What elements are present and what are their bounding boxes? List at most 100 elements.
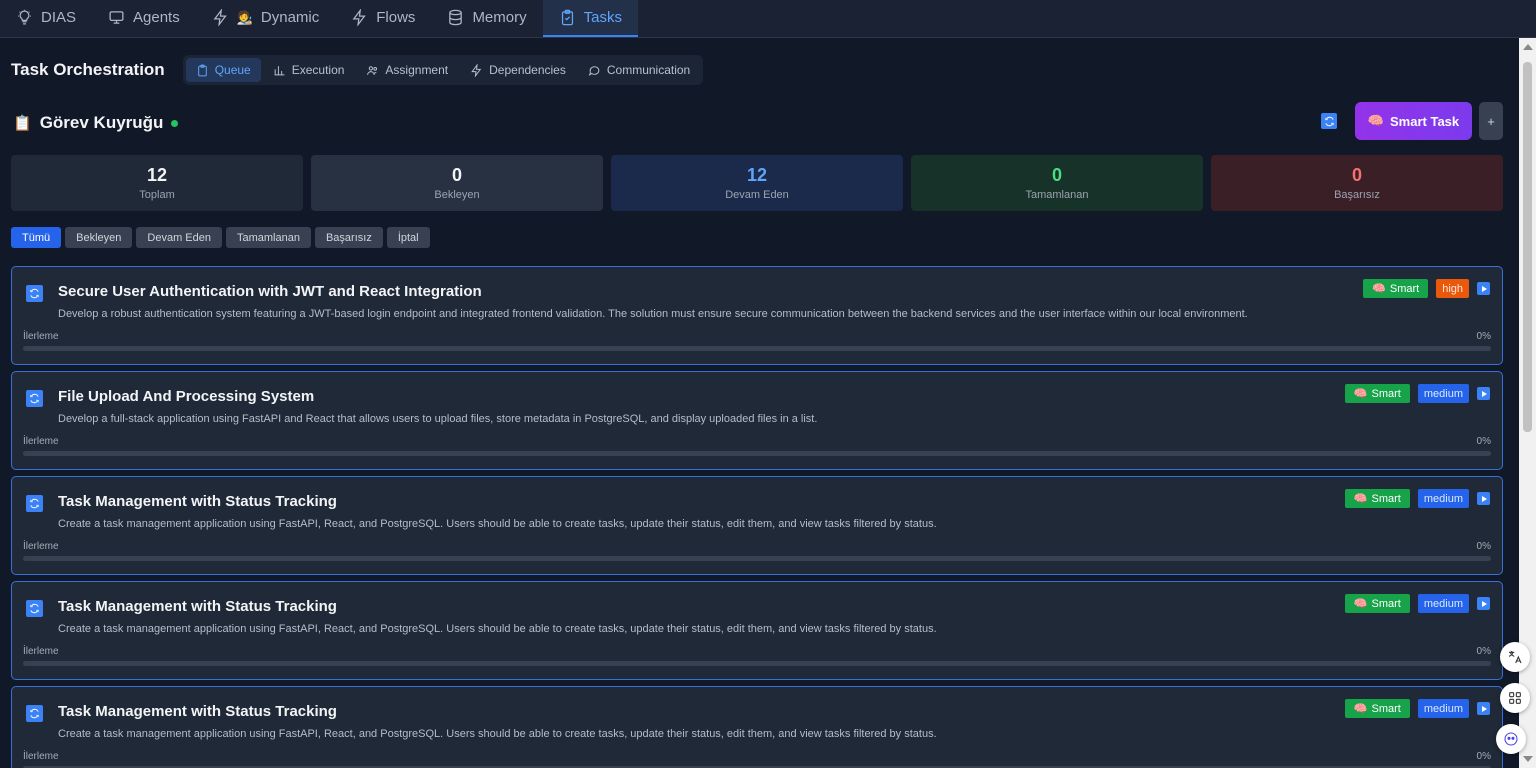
task-list: Secure User Authentication with JWT and … (11, 266, 1503, 768)
refresh-button[interactable] (1321, 113, 1337, 129)
brain-icon: 🧠 (1353, 493, 1368, 505)
play-icon[interactable] (1477, 492, 1490, 505)
stat-value: 0 (451, 165, 462, 185)
smart-badge-label: Smart (1371, 492, 1401, 505)
filter-failed[interactable]: Başarısız (314, 227, 383, 248)
stat-value: 12 (146, 165, 168, 185)
play-icon[interactable] (1477, 702, 1490, 715)
task-description: Create a task management application usi… (58, 728, 937, 740)
task-badges: 🧠 Smart medium (1344, 699, 1490, 718)
nav-item-dynamic[interactable]: 🧑‍🎨 Dynamic (196, 0, 336, 37)
task-description: Create a task management application usi… (58, 623, 937, 635)
brain-icon: 🧠 (1372, 283, 1386, 295)
filter-cancelled[interactable]: İptal (386, 227, 430, 248)
refresh-icon (26, 390, 43, 407)
nav-item-agents[interactable]: Agents (92, 0, 196, 37)
progress-percent: 0% (1476, 331, 1491, 342)
chat-bubble-icon (588, 65, 600, 76)
tab-label: Assignment (385, 63, 449, 77)
smart-badge: 🧠 Smart (1344, 594, 1410, 613)
play-icon[interactable] (1477, 597, 1490, 610)
sub-tabs: Queue Execution Assignment Dependencies … (182, 55, 704, 85)
refresh-icon (26, 285, 43, 302)
task-card[interactable]: File Upload And Processing System Develo… (11, 371, 1503, 470)
task-title: Task Management with Status Tracking (58, 598, 337, 615)
play-icon[interactable] (1477, 282, 1490, 295)
task-card[interactable]: Secure User Authentication with JWT and … (11, 266, 1503, 365)
assistant-button[interactable] (1496, 724, 1526, 754)
task-badges: 🧠 Smart medium (1344, 384, 1490, 403)
task-badges: 🧠 Smart high (1363, 279, 1490, 298)
task-card[interactable]: Task Management with Status Tracking Cre… (11, 581, 1503, 680)
refresh-icon (26, 600, 43, 617)
stat-value: 0 (1051, 165, 1062, 185)
smart-badge-label: Smart (1389, 282, 1420, 295)
top-nav: DIAS Agents 🧑‍🎨 Dynamic Flows Memory Tas… (0, 0, 1536, 38)
priority-badge: high (1436, 279, 1469, 298)
tab-communication[interactable]: Communication (578, 58, 700, 82)
tab-queue[interactable]: Queue (185, 58, 261, 82)
artist-emoji-icon: 🧑‍🎨 (236, 9, 253, 25)
nav-item-label: Dynamic (260, 9, 320, 26)
task-badges: 🧠 Smart medium (1344, 489, 1490, 508)
queue-title: Görev Kuyruğu (39, 113, 164, 132)
play-icon[interactable] (1477, 387, 1490, 400)
filter-in-progress[interactable]: Devam Eden (136, 227, 222, 248)
progress-label: İlerleme (23, 646, 59, 657)
stat-label: Toplam (139, 189, 175, 201)
smart-task-button[interactable]: 🧠 Smart Task (1355, 102, 1472, 140)
clipboard-check-icon (561, 9, 573, 26)
scroll-down-arrow-icon[interactable] (1523, 756, 1533, 762)
progress-bar (23, 346, 1491, 351)
nav-item-label: Flows (376, 9, 416, 26)
translate-icon (1508, 651, 1522, 664)
status-filters: Tümü Bekleyen Devam Eden Tamamlanan Başa… (11, 227, 430, 248)
smart-badge: 🧠 Smart (1344, 384, 1410, 403)
tab-dependencies[interactable]: Dependencies (460, 58, 576, 82)
tab-execution[interactable]: Execution (263, 58, 355, 82)
page-title: Task Orchestration (11, 60, 165, 79)
smart-badge: 🧠 Smart (1363, 279, 1429, 298)
progress-percent: 0% (1476, 436, 1491, 447)
filter-completed[interactable]: Tamamlanan (225, 227, 311, 248)
priority-badge: medium (1417, 384, 1469, 403)
tab-assignment[interactable]: Assignment (356, 58, 458, 82)
stat-total: 12 Toplam (11, 155, 303, 211)
nav-item-label: DIAS (41, 9, 77, 26)
progress-bar (23, 556, 1491, 561)
nav-item-dias[interactable]: DIAS (0, 0, 92, 37)
task-title: Task Management with Status Tracking (58, 493, 337, 510)
tab-label: Execution (291, 63, 345, 77)
brain-icon: 🧠 (1353, 598, 1368, 610)
filter-pending[interactable]: Bekleyen (65, 227, 133, 248)
clipboard-icon (197, 64, 207, 76)
task-description: Create a task management application usi… (58, 518, 937, 530)
task-card[interactable]: Task Management with Status Tracking Cre… (11, 686, 1503, 768)
refresh-icon (26, 705, 43, 722)
nav-item-memory[interactable]: Memory (431, 0, 542, 37)
translate-button[interactable] (1500, 642, 1530, 672)
nav-item-tasks[interactable]: Tasks (542, 0, 638, 37)
nav-item-flows[interactable]: Flows (335, 0, 431, 37)
stat-label: Bekleyen (434, 189, 480, 201)
status-dot (171, 119, 179, 127)
nav-item-label: Agents (133, 9, 180, 26)
filter-all[interactable]: Tümü (11, 227, 62, 248)
stat-label: Tamamlanan (1025, 189, 1089, 201)
bolt-icon (352, 9, 366, 26)
add-task-button[interactable]: + (1479, 102, 1503, 140)
task-title: Task Management with Status Tracking (58, 703, 337, 720)
stat-failed: 0 Başarısız (1211, 155, 1503, 211)
progress-label: İlerleme (23, 751, 59, 762)
task-card[interactable]: Task Management with Status Tracking Cre… (11, 476, 1503, 575)
smart-badge-label: Smart (1371, 702, 1401, 715)
section-header: Task Orchestration Queue Execution Assig… (11, 54, 704, 86)
scrollbar-thumb[interactable] (1523, 62, 1532, 432)
grid-icon (1509, 692, 1521, 704)
refresh-icon (1324, 116, 1334, 126)
monitor-icon (109, 11, 124, 24)
tab-label: Dependencies (489, 63, 566, 77)
apps-button[interactable] (1500, 683, 1530, 713)
scroll-up-arrow-icon[interactable] (1523, 44, 1533, 50)
progress-percent: 0% (1476, 541, 1491, 552)
